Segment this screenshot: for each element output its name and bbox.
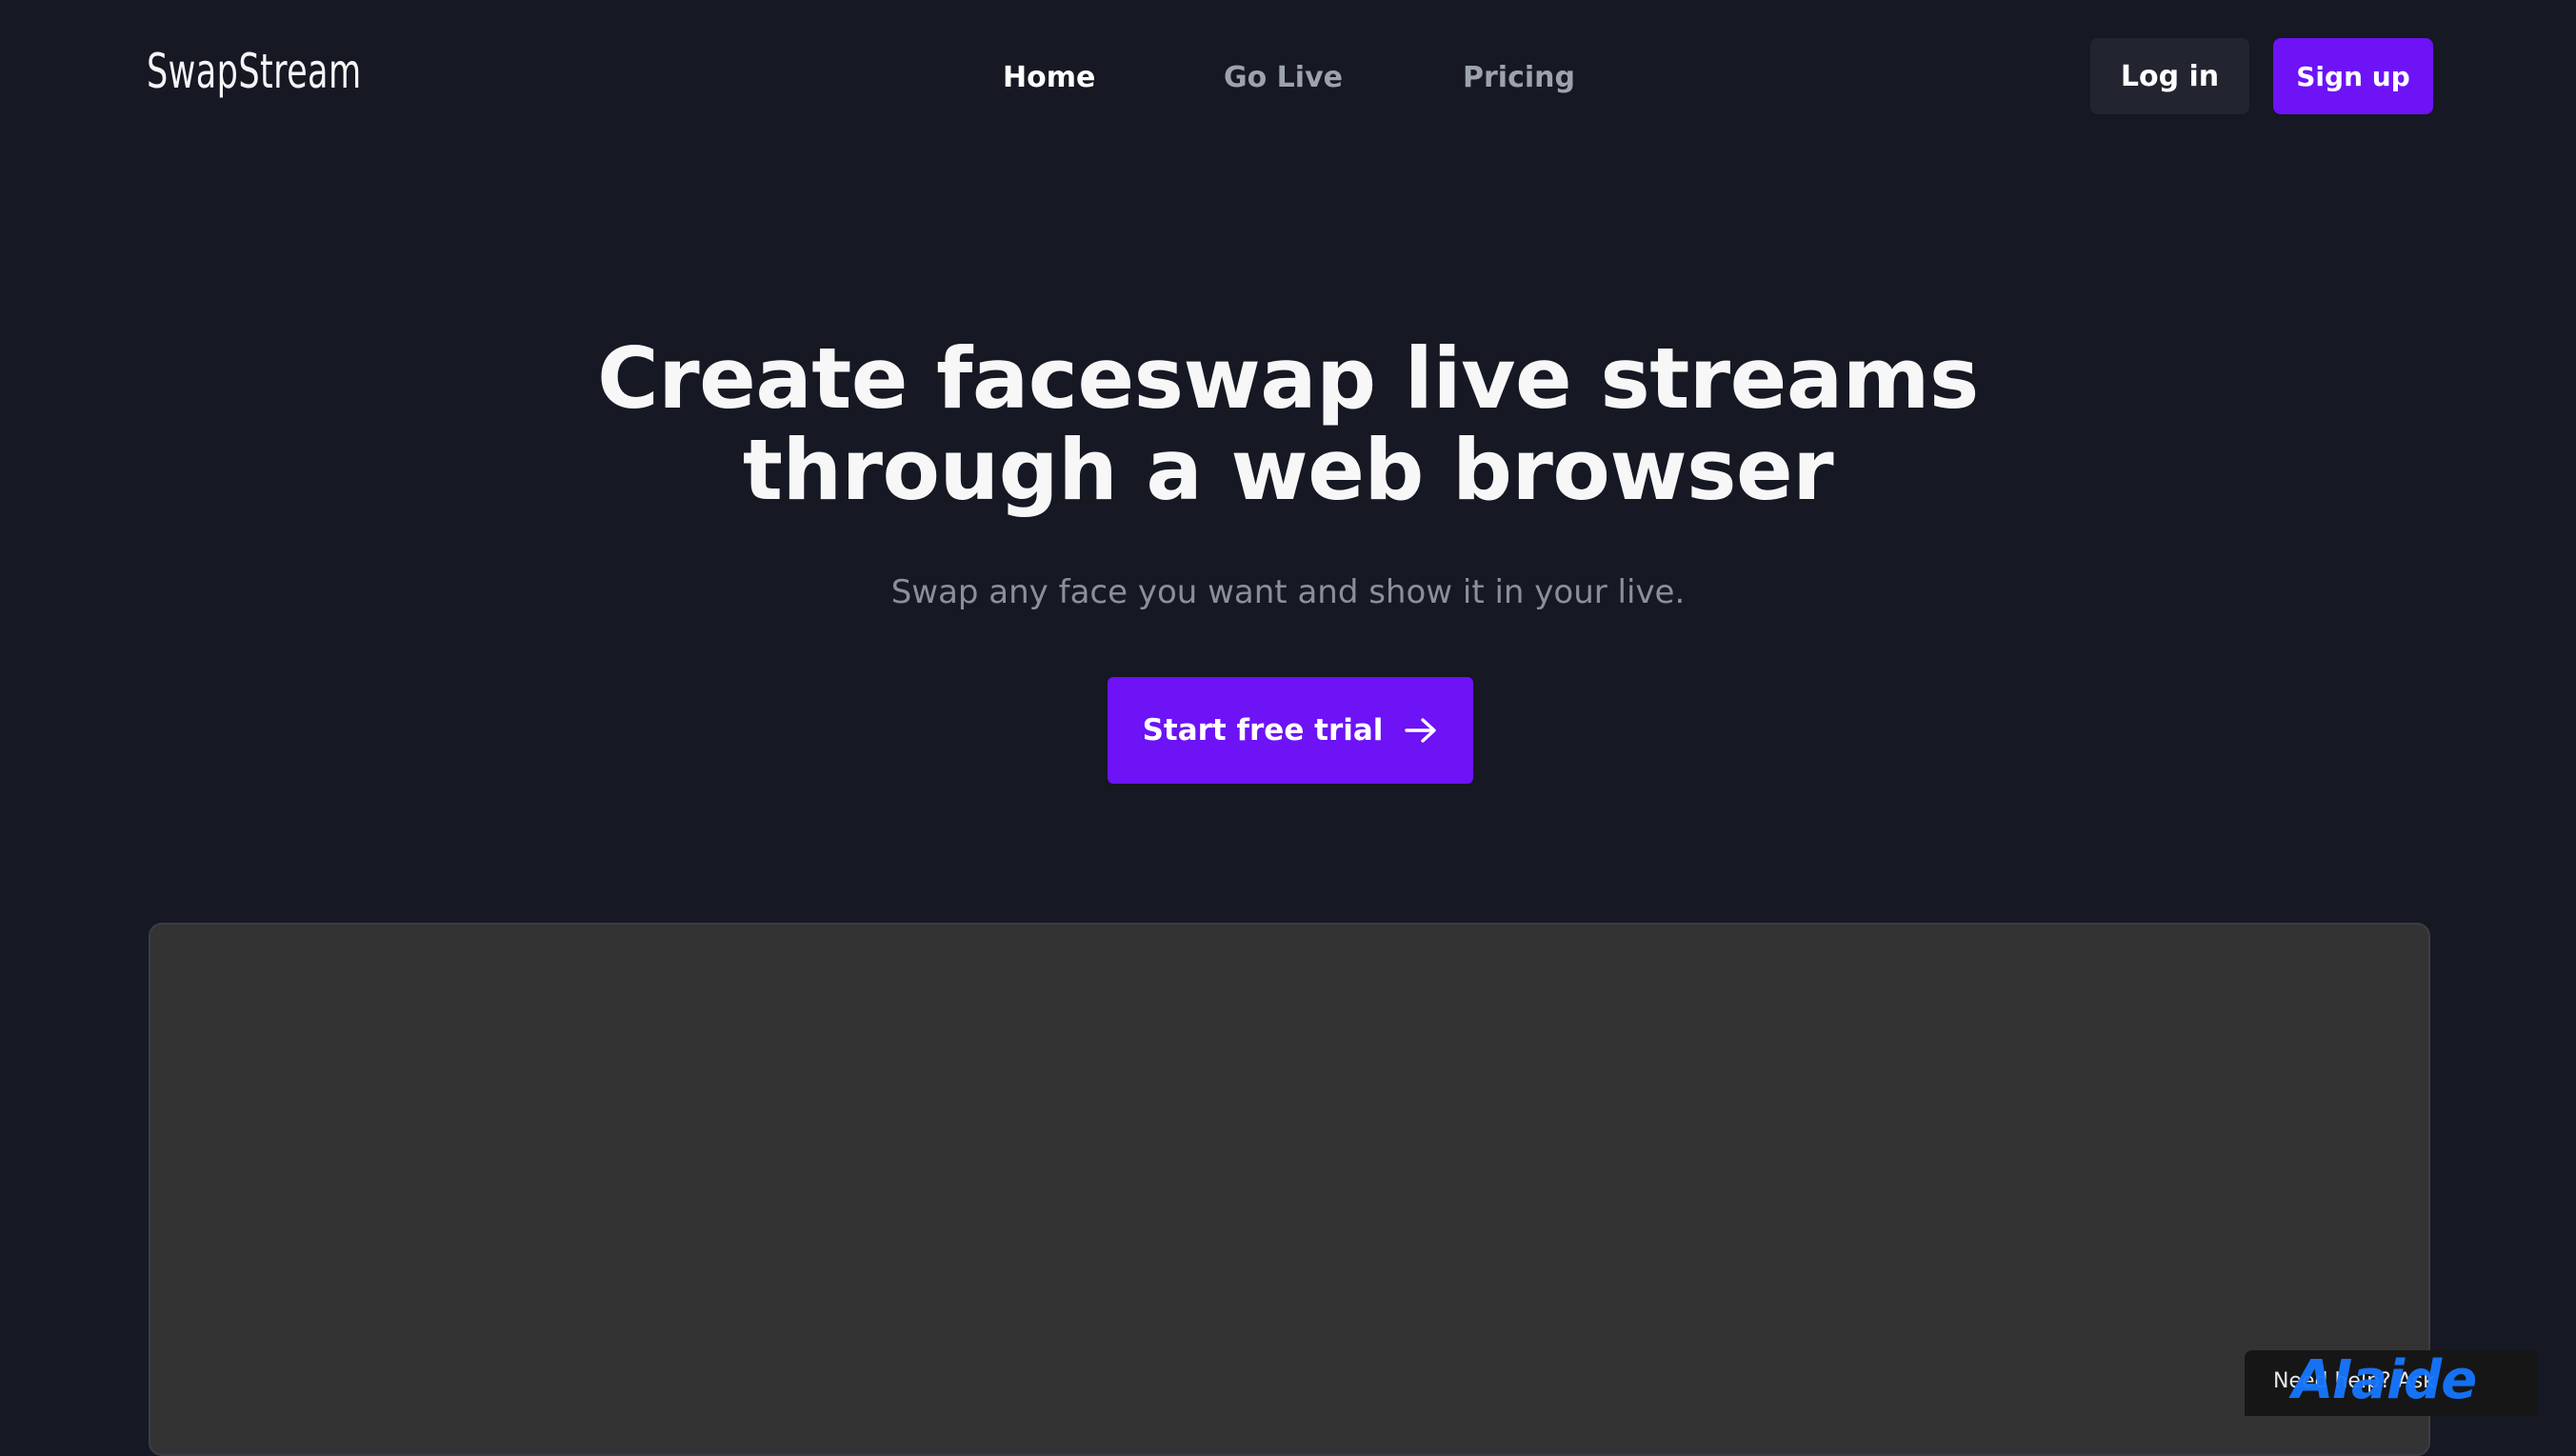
arrow-right-icon — [1405, 718, 1437, 743]
signup-button[interactable]: Sign up — [2273, 38, 2433, 114]
nav-item-home[interactable]: Home — [1003, 59, 1095, 97]
hero-title-line-1: Create faceswap live streams — [597, 329, 1979, 428]
help-chat-widget[interactable]: Need help? Ask AIaide — [2245, 1350, 2538, 1416]
hero-subtitle: Swap any face you want and show it in yo… — [890, 573, 1686, 611]
hero-title-line-2: through a web browser — [742, 421, 1834, 519]
hero-title: Create faceswap live streams through a w… — [0, 333, 2576, 516]
stream-preview-panel — [149, 923, 2430, 1456]
help-widget-brand-logo: AIaide — [2292, 1350, 2477, 1411]
login-button[interactable]: Log in — [2090, 38, 2249, 114]
nav-item-pricing[interactable]: Pricing — [1463, 59, 1575, 97]
nav-item-go-live[interactable]: Go Live — [1224, 59, 1343, 97]
cta-label: Start free trial — [1142, 713, 1384, 748]
start-free-trial-button[interactable]: Start free trial — [1108, 677, 1473, 784]
